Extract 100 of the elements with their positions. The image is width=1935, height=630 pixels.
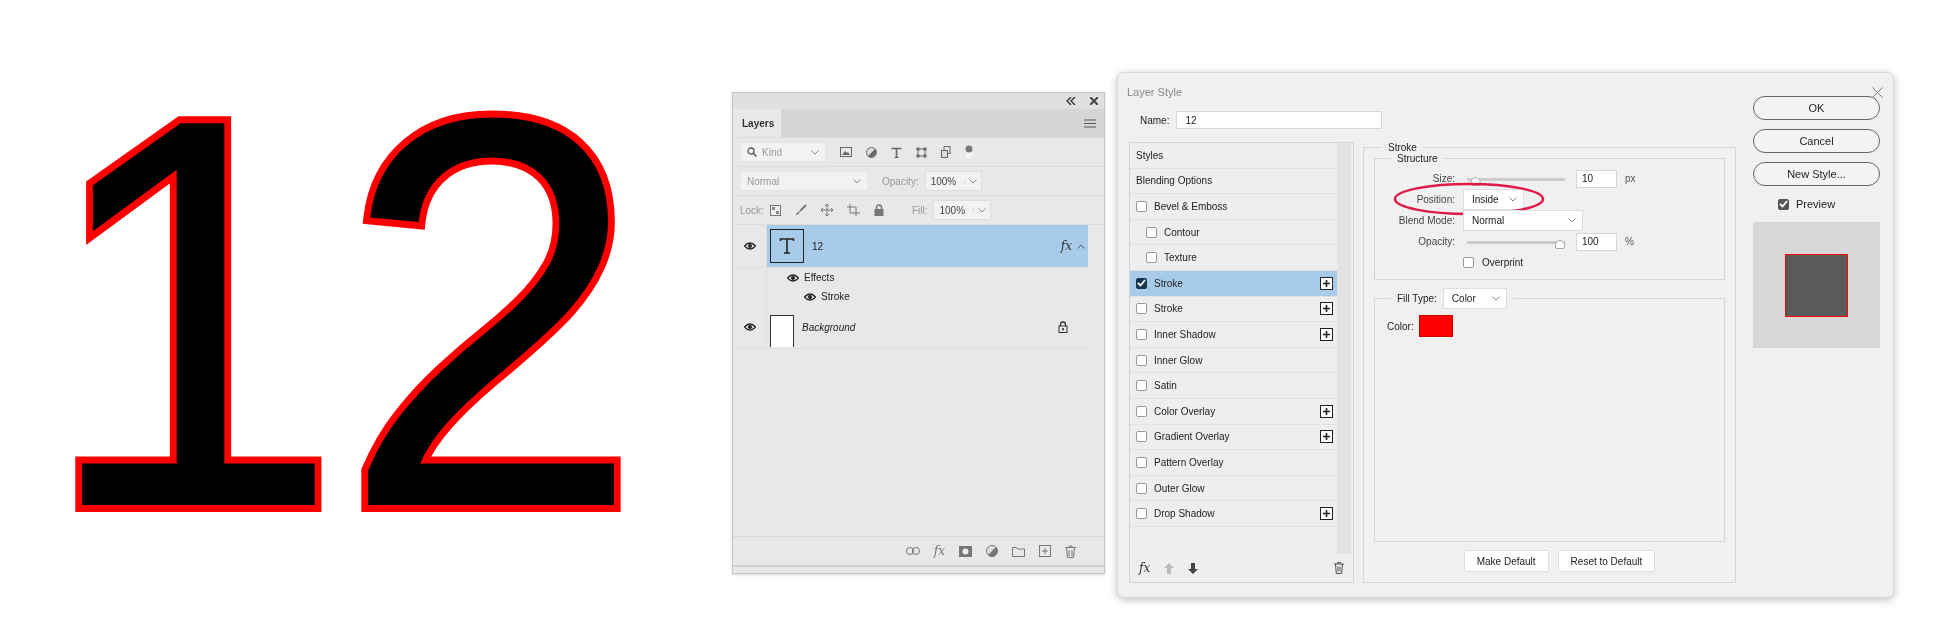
lock-icon[interactable]	[873, 204, 884, 216]
style-label: Pattern Overlay	[1154, 456, 1225, 468]
preview-swatch	[1785, 253, 1848, 317]
checkbox[interactable]	[1778, 198, 1789, 210]
caret-icon[interactable]	[1077, 243, 1085, 249]
chevron-icon	[811, 149, 819, 155]
mask-icon[interactable]	[959, 545, 972, 557]
opacity-field[interactable]: 100	[1576, 232, 1617, 251]
style-item[interactable]: Stroke	[1130, 270, 1338, 297]
layer-row[interactable]: 12 fx	[733, 225, 1088, 268]
fill-type-dropdown[interactable]: Color	[1442, 288, 1507, 309]
dialog-button[interactable]: Cancel	[1753, 129, 1880, 153]
down-arrow-icon[interactable]	[1188, 562, 1199, 574]
color-swatch[interactable]	[1418, 315, 1453, 337]
style-item[interactable]: Inner Shadow	[1130, 322, 1338, 348]
dialog-button[interactable]: OK	[1753, 96, 1880, 120]
checkbox[interactable]	[1463, 257, 1474, 268]
add-icon[interactable]	[1320, 507, 1333, 521]
dialog-button[interactable]: Reset to Default	[1557, 550, 1656, 572]
style-label: Inner Glow	[1154, 354, 1204, 366]
chevron-icon	[978, 207, 987, 213]
trash-icon[interactable]	[1065, 544, 1076, 558]
checkbox[interactable]	[1136, 277, 1147, 289]
close-icon[interactable]	[1090, 97, 1098, 105]
adjustment-filter-icon[interactable]	[866, 146, 877, 158]
style-item[interactable]: Color Overlay	[1130, 398, 1338, 425]
style-item[interactable]: Stroke	[1130, 296, 1338, 323]
chevron-icon	[853, 178, 861, 184]
filter-toggle-icon[interactable]	[965, 145, 973, 159]
trash-icon[interactable]	[1334, 562, 1344, 574]
checkbox[interactable]	[1136, 482, 1147, 494]
checkbox[interactable]	[1136, 508, 1147, 520]
style-label: Outer Glow	[1154, 482, 1206, 494]
artboard-icon[interactable]	[846, 204, 860, 216]
collapse-icon[interactable]	[1066, 97, 1076, 105]
style-label: Satin	[1154, 380, 1178, 392]
checkbox[interactable]	[1136, 303, 1147, 315]
checkbox[interactable]	[1136, 354, 1147, 366]
checkbox[interactable]	[1136, 328, 1147, 340]
layers-tab[interactable]: Layers	[733, 109, 781, 137]
checkbox[interactable]	[1146, 226, 1157, 238]
adjustment-icon[interactable]	[986, 545, 998, 557]
size-field[interactable]: 10	[1576, 169, 1617, 188]
style-item[interactable]: Drop Shadow	[1130, 501, 1338, 527]
lock-pixels-icon[interactable]	[769, 204, 781, 216]
eye-icon[interactable]	[787, 273, 799, 282]
shape-filter-icon[interactable]	[916, 146, 927, 158]
add-icon[interactable]	[1320, 430, 1333, 444]
fx-icon[interactable]: fx	[933, 544, 945, 558]
style-label: Drop Shadow	[1154, 508, 1216, 520]
dialog-title: Layer Style	[1127, 86, 1183, 98]
layer-thumbnail	[770, 315, 794, 347]
checkbox[interactable]	[1136, 380, 1147, 392]
fx-icon[interactable]: fx	[1139, 561, 1151, 575]
new-layer-icon[interactable]	[1039, 545, 1051, 557]
position-dropdown[interactable]: Inside	[1463, 189, 1524, 210]
smart-object-filter-icon[interactable]	[941, 146, 951, 158]
layer-row[interactable]: Background	[733, 306, 1088, 349]
style-label: Color Overlay	[1154, 405, 1217, 417]
checkbox[interactable]	[1136, 201, 1147, 212]
eye-icon[interactable]	[743, 323, 756, 331]
folder-icon[interactable]	[1012, 545, 1025, 557]
menu-icon[interactable]	[1084, 118, 1096, 128]
image-filter-icon[interactable]	[840, 147, 852, 157]
blend-mode-dropdown[interactable]: Normal	[1463, 210, 1583, 231]
checkbox[interactable]	[1136, 431, 1147, 443]
checkbox[interactable]	[1136, 456, 1147, 468]
effect-name[interactable]: Stroke	[821, 291, 850, 302]
opacity-label: Opacity:	[1417, 236, 1455, 247]
text-layer-thumbnail	[770, 229, 804, 263]
move-icon[interactable]	[820, 204, 833, 216]
search-icon	[747, 147, 757, 157]
add-icon[interactable]	[1320, 276, 1333, 290]
eye-icon[interactable]	[804, 292, 816, 301]
style-label: Stroke	[1154, 303, 1184, 315]
unit-label: px	[1625, 173, 1636, 184]
link-icon[interactable]	[905, 547, 920, 555]
fill-field[interactable]: 100%	[933, 200, 992, 220]
opacity-field[interactable]: 100%	[924, 171, 983, 191]
brush-icon[interactable]	[794, 204, 807, 216]
close-icon[interactable]	[1872, 86, 1883, 98]
chevron-icon	[1491, 296, 1500, 301]
style-label: Stroke	[1154, 277, 1184, 289]
size-slider[interactable]	[1467, 176, 1565, 187]
name-label: Name:	[1140, 114, 1170, 126]
dialog-button[interactable]: New Style...	[1753, 162, 1880, 186]
checkbox[interactable]	[1146, 252, 1157, 264]
name-field[interactable]: 12	[1176, 111, 1383, 129]
slider-thumb[interactable]	[1470, 176, 1481, 186]
style-label: Texture	[1164, 252, 1198, 264]
scrollbar[interactable]	[1337, 143, 1351, 554]
add-icon[interactable]	[1320, 404, 1333, 418]
checkbox[interactable]	[1136, 405, 1147, 417]
dialog-button[interactable]: Make Default	[1463, 550, 1549, 572]
slider-thumb[interactable]	[1555, 239, 1565, 249]
add-icon[interactable]	[1320, 302, 1333, 316]
add-icon[interactable]	[1320, 327, 1333, 341]
type-filter-icon[interactable]	[891, 146, 902, 158]
style-item[interactable]: Gradient Overlay	[1130, 424, 1338, 451]
eye-icon[interactable]	[743, 242, 756, 250]
